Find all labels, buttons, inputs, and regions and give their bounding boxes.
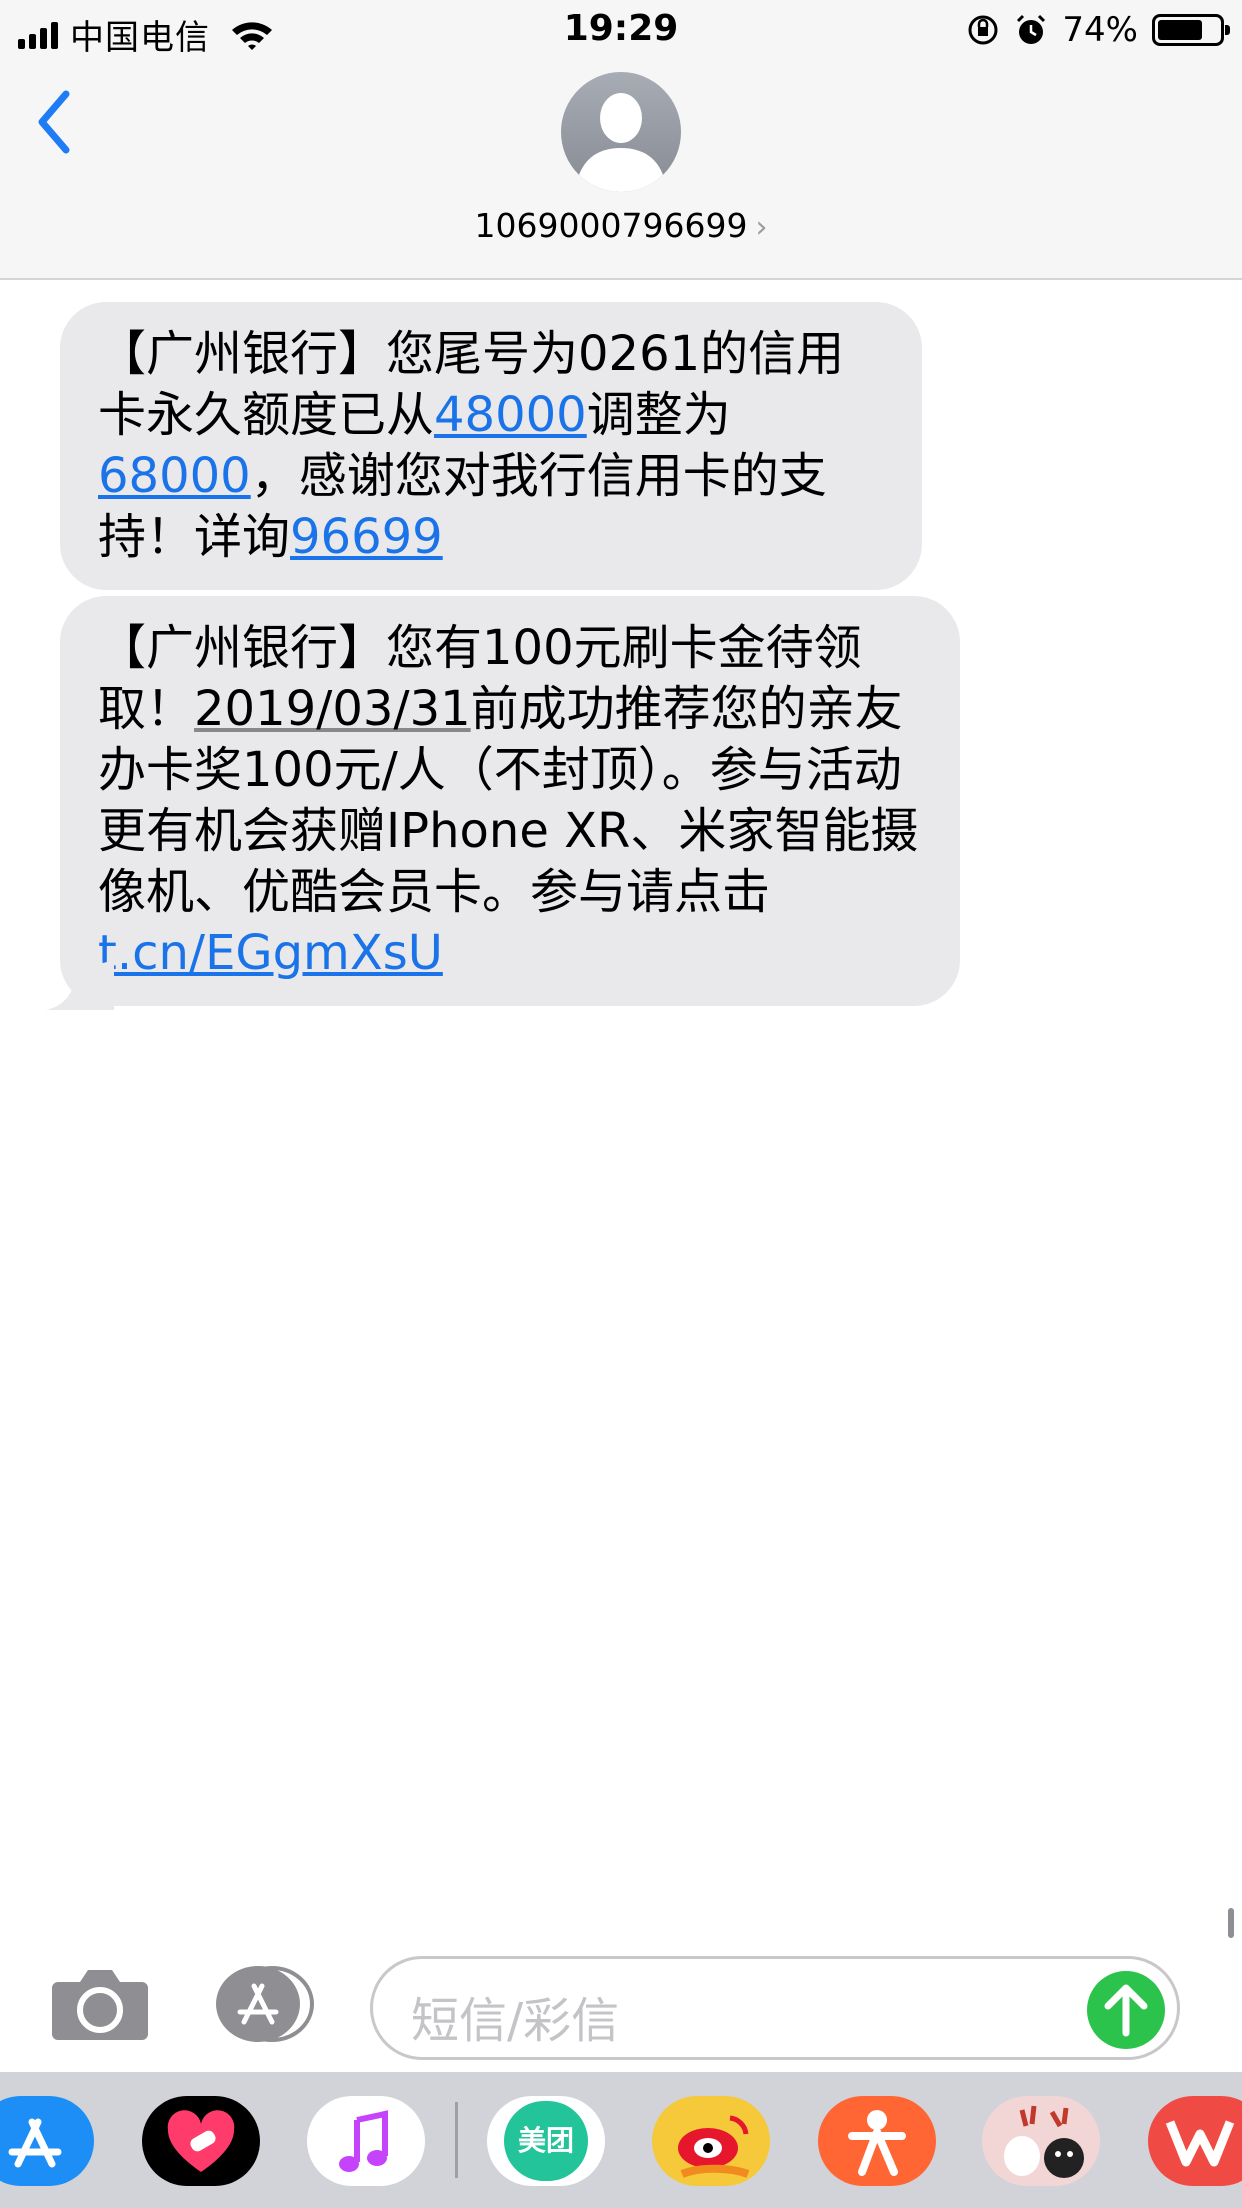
heart-icon [167,2110,235,2172]
message-bubble[interactable]: 【广州银行】您有100元刷卡金待领取！2019/03/31前成功推荐您的亲友办卡… [60,596,960,1006]
battery-level [1158,20,1203,40]
bubble-tail [46,960,114,1010]
sticker-app[interactable] [982,2096,1100,2186]
message-date-link[interactable]: 2019/03/31 [194,681,471,737]
message-input[interactable]: 短信/彩信 [370,1956,1180,2060]
scrollbar[interactable] [1228,1908,1234,1938]
send-button[interactable] [1087,1971,1165,2049]
message-link[interactable]: 96699 [290,509,443,565]
digital-touch-app[interactable] [142,2096,260,2186]
weibo-app[interactable] [652,2096,770,2186]
contact-avatar[interactable] [561,72,681,192]
wps-icon [1165,2120,1235,2167]
back-button[interactable] [30,82,80,162]
camera-button[interactable] [50,1966,150,2042]
apps-button[interactable] [210,1964,316,2044]
dianping-icon [848,2110,906,2176]
drawer-divider [455,2102,458,2178]
message-text: 调整为 [586,387,731,443]
app-store-icon [216,1966,314,2042]
message-link[interactable]: t.cn/EGgmXsU [98,925,443,981]
weibo-icon [678,2115,750,2178]
dianping-app[interactable] [818,2096,936,2186]
meituan-app[interactable]: 美团 [487,2096,605,2186]
battery-icon [1152,14,1230,46]
wps-app[interactable] [1148,2096,1242,2186]
messages-screen: 1069000796699 › 中国电信 19:29 74% 【广州银行】您尾号… [0,0,1242,2208]
battery-percent: 74% [1062,10,1138,50]
meituan-logo: 美团 [504,2101,588,2181]
orientation-lock-icon [968,15,998,45]
person-silhouette-icon [575,93,667,192]
imessage-app-drawer: 美团 [0,2072,1242,2208]
status-bar: 中国电信 19:29 74% [0,0,1242,62]
chevron-left-icon [38,90,70,154]
message-bubble[interactable]: 【广州银行】您尾号为0261的信用卡永久额度已从48000调整为68000，感谢… [60,302,922,590]
contact-number: 1069000796699 [474,206,748,245]
app-store-icon [8,2118,62,2168]
message-link[interactable]: 68000 [98,448,251,504]
camera-icon [52,1970,148,2040]
chevron-right-icon: › [755,210,768,245]
music-app[interactable] [307,2096,425,2186]
alarm-icon [1017,14,1046,44]
message-link[interactable]: 48000 [434,387,587,443]
app-store-app[interactable] [0,2096,94,2186]
music-note-icon [339,2110,388,2172]
sticker-icon [1004,2105,1084,2178]
contact-details-link[interactable]: 1069000796699 › [0,206,1242,245]
send-arrow-icon [1104,1984,1148,2037]
input-placeholder: 短信/彩信 [411,1993,620,2049]
